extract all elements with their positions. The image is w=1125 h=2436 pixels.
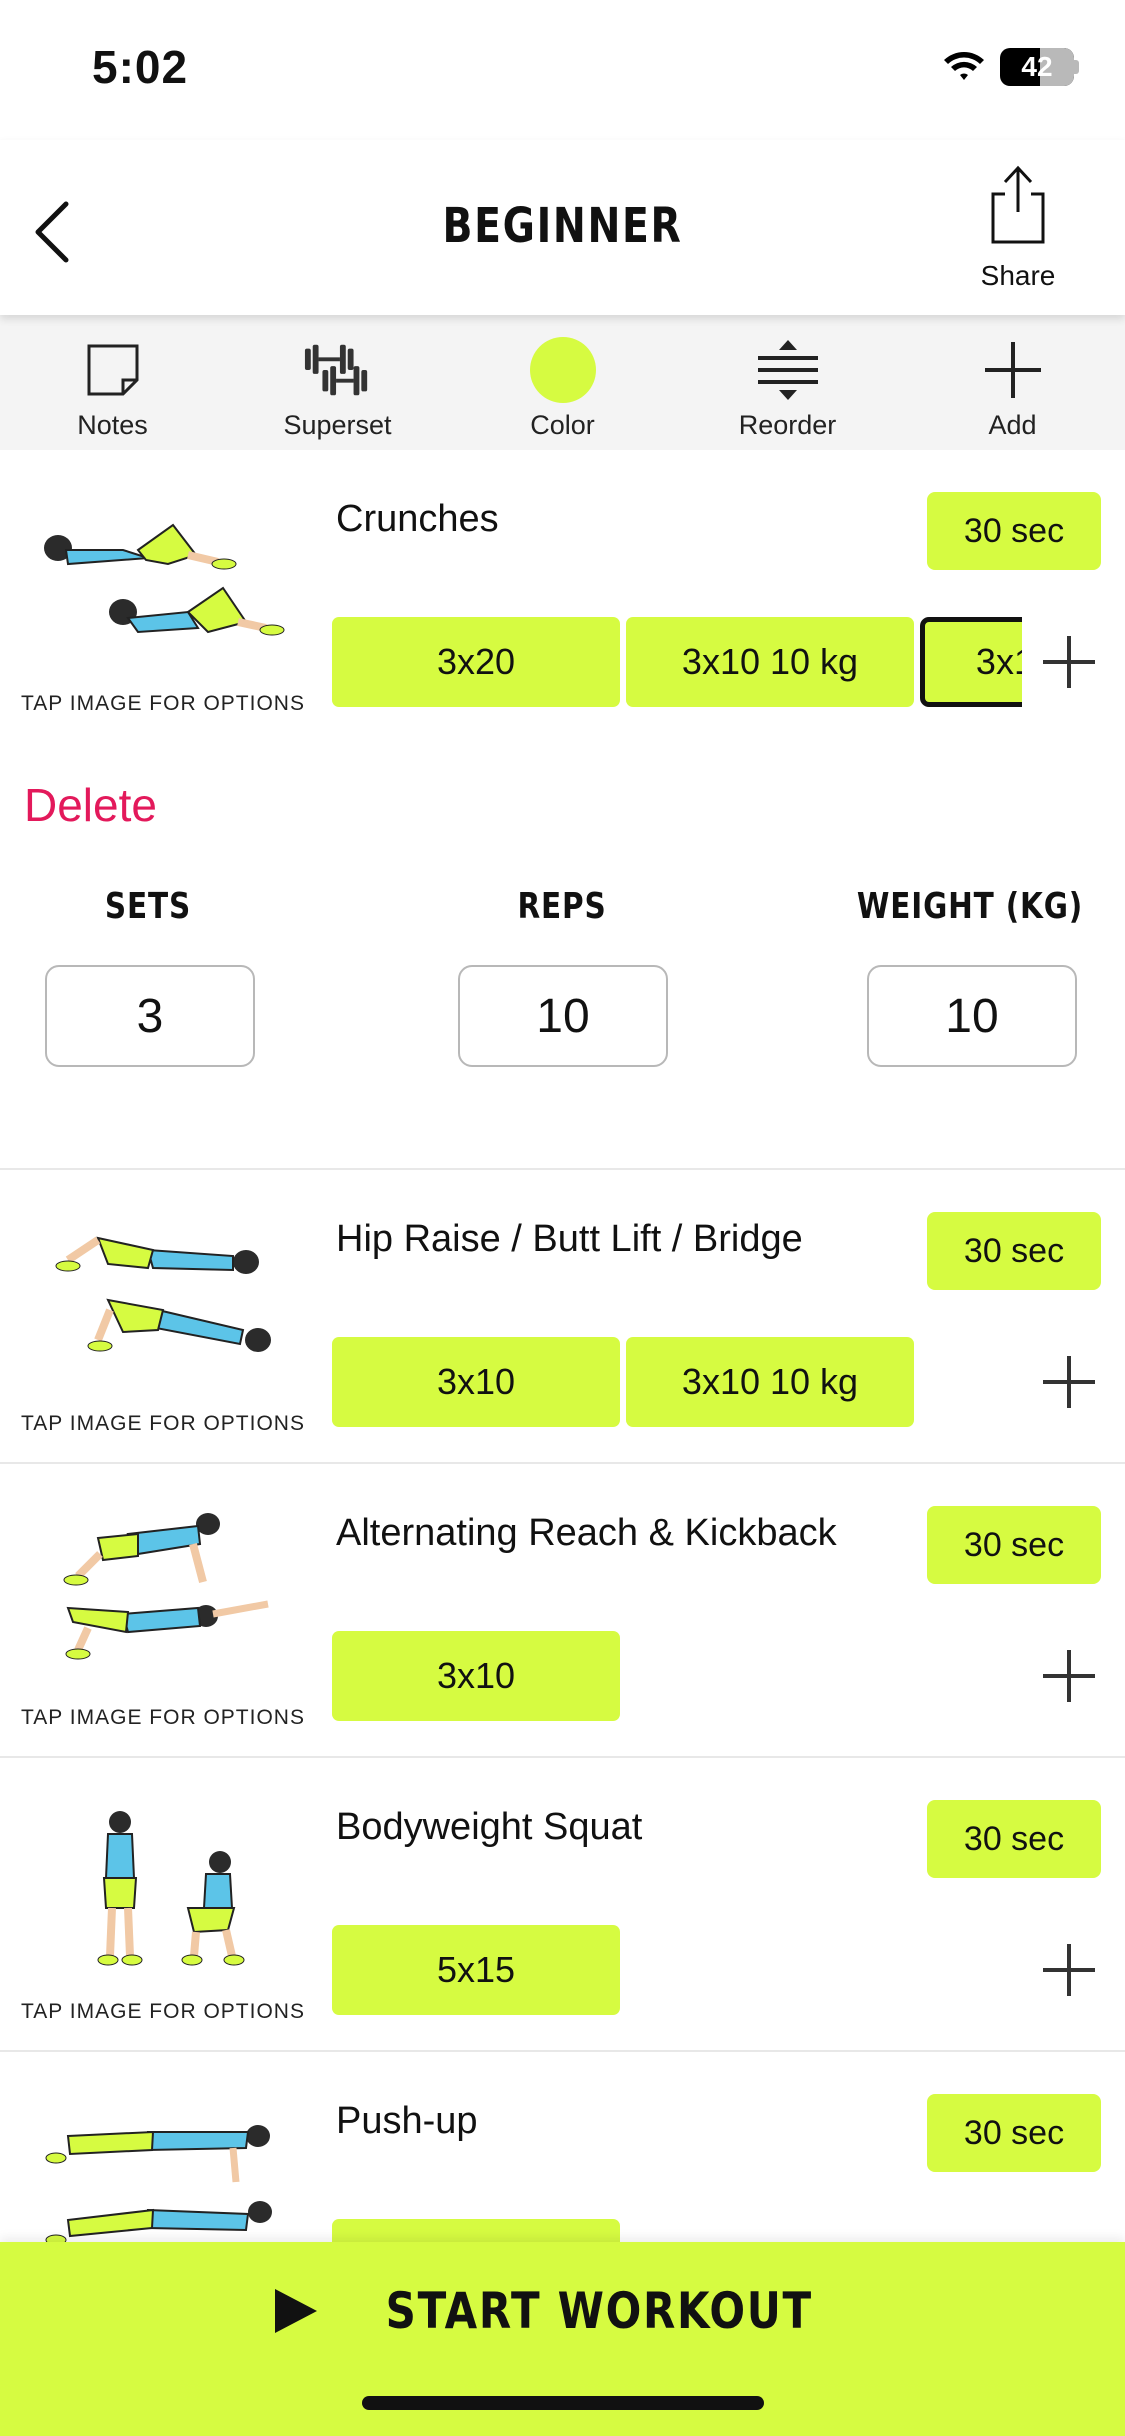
superset-button[interactable]: Superset	[225, 315, 450, 450]
plus-icon	[984, 342, 1041, 398]
rest-time-badge[interactable]: 30 sec	[927, 1800, 1101, 1878]
wifi-icon	[944, 52, 984, 80]
set-chip[interactable]: 3x10 10 kg	[626, 617, 914, 707]
add-set-button[interactable]	[1039, 1352, 1099, 1412]
add-label: Add	[988, 410, 1037, 440]
exercise-row-hip-raise: TAP IMAGE FOR OPTIONS Hip Raise / Butt L…	[0, 1170, 1125, 1464]
exercise-image[interactable]	[28, 2102, 298, 2262]
exercise-image[interactable]	[28, 1504, 298, 1664]
rest-time-badge[interactable]: 30 sec	[927, 1212, 1101, 1290]
set-chip[interactable]: 3x20	[332, 617, 620, 707]
set-chip[interactable]: 3x10	[332, 1631, 620, 1721]
notes-label: Notes	[77, 410, 148, 440]
chevron-left-icon	[35, 201, 69, 263]
hip-raise-illustration-icon	[55, 1236, 271, 1352]
exercise-name: Alternating Reach & Kickback	[336, 1512, 837, 1554]
color-label: Color	[530, 410, 595, 440]
start-workout-label: START WORKOUT	[385, 2282, 814, 2340]
reps-input[interactable]: 10	[458, 965, 668, 1067]
reorder-button[interactable]: Reorder	[675, 315, 900, 450]
dumbbells-icon	[304, 344, 367, 396]
exercise-image[interactable]	[28, 1808, 298, 1968]
set-chip[interactable]: 3x10 10 kg	[626, 1337, 914, 1427]
add-exercise-button[interactable]: Add	[900, 315, 1125, 450]
sets-input[interactable]: 3	[45, 965, 255, 1067]
weight-field-label: WEIGHT (KG)	[856, 886, 1084, 927]
share-icon	[991, 165, 1045, 244]
reps-field-label: REPS	[517, 886, 607, 927]
plus-icon	[1043, 1944, 1095, 1996]
tap-image-hint: TAP IMAGE FOR OPTIONS	[21, 1706, 305, 1729]
tap-image-hint: TAP IMAGE FOR OPTIONS	[21, 2000, 305, 2023]
set-chip[interactable]: 5x15	[332, 1925, 620, 2015]
exercise-row-bodyweight-squat: TAP IMAGE FOR OPTIONS Bodyweight Squat 3…	[0, 1758, 1125, 2052]
plus-icon	[1043, 1356, 1095, 1408]
share-button[interactable]: Share	[963, 162, 1073, 292]
add-set-button[interactable]	[1039, 632, 1099, 692]
kickback-illustration-icon	[63, 1513, 269, 1660]
rest-time-badge[interactable]: 30 sec	[927, 492, 1101, 570]
status-bar: 5:02 42	[0, 0, 1125, 140]
sets-list: 3x20 3x10 10 kg 3x10 10 kg	[332, 617, 1022, 709]
status-time: 5:02	[92, 41, 189, 93]
rest-time-badge[interactable]: 30 sec	[927, 1506, 1101, 1584]
notes-button[interactable]: Notes	[0, 315, 225, 450]
battery-icon: 42	[1000, 48, 1074, 86]
exercise-name: Push-up	[336, 2100, 478, 2142]
play-icon	[275, 2289, 318, 2333]
plus-icon	[1043, 636, 1095, 688]
delete-set-button[interactable]: Delete	[24, 778, 157, 832]
exercise-row-reach-kickback: TAP IMAGE FOR OPTIONS Alternating Reach …	[0, 1464, 1125, 1758]
color-swatch-icon	[529, 337, 596, 403]
notes-icon	[87, 344, 138, 396]
tap-image-hint: TAP IMAGE FOR OPTIONS	[21, 1412, 305, 1435]
add-set-button[interactable]	[1039, 1646, 1099, 1706]
status-icons: 42	[942, 48, 1079, 86]
exercise-image[interactable]	[28, 500, 298, 660]
sets-list: 3x10 3x10 10 kg	[332, 1337, 1024, 1429]
reorder-label: Reorder	[738, 410, 837, 440]
superset-label: Superset	[283, 410, 392, 440]
navigation-bar: BEGINNER Share	[0, 140, 1125, 315]
add-set-button[interactable]	[1039, 1940, 1099, 2000]
set-chip[interactable]: 3x10	[332, 1337, 620, 1427]
toolbar: Notes Superset Color Reorder Add	[0, 315, 1125, 450]
sets-list: 3x10	[332, 1631, 1024, 1723]
battery-level: 42	[1021, 51, 1053, 82]
plus-icon	[1043, 1650, 1095, 1702]
page-title: BEGINNER	[442, 198, 683, 254]
push-up-illustration-icon	[45, 2125, 272, 2246]
sets-list: 5x15	[332, 1925, 1024, 2017]
reorder-icon	[757, 340, 818, 400]
share-label: Share	[980, 260, 1056, 291]
exercise-name: Crunches	[336, 498, 499, 540]
exercise-image[interactable]	[28, 1210, 298, 1370]
sets-field-label: SETS	[104, 886, 192, 927]
home-indicator	[362, 2396, 764, 2410]
tap-image-hint: TAP IMAGE FOR OPTIONS	[21, 692, 305, 715]
crunches-illustration-icon	[44, 523, 285, 636]
exercise-name: Hip Raise / Butt Lift / Bridge	[336, 1218, 803, 1260]
squat-illustration-icon	[97, 1811, 245, 1966]
weight-input[interactable]: 10	[867, 965, 1077, 1067]
set-chip-selected[interactable]: 3x10 10 kg	[920, 617, 1022, 707]
rest-time-badge[interactable]: 30 sec	[927, 2094, 1101, 2172]
color-button[interactable]: Color	[450, 315, 675, 450]
exercise-name: Bodyweight Squat	[336, 1806, 643, 1848]
back-button[interactable]	[28, 192, 88, 272]
